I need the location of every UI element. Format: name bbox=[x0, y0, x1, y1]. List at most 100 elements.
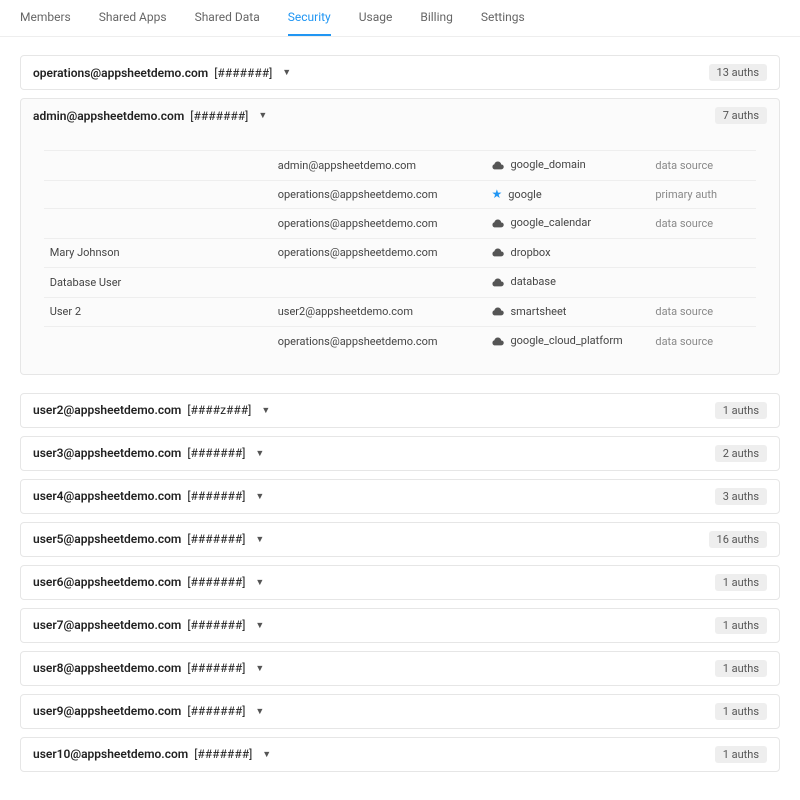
table-row[interactable]: Mary Johnson operations@appsheetdemo.com… bbox=[44, 238, 757, 268]
user-header: user9@appsheetdemo.com [#######] ▼ bbox=[33, 704, 264, 718]
table-row[interactable]: operations@appsheetdemo.com ★google prim… bbox=[44, 180, 757, 209]
auth-provider: google_cloud_platform bbox=[491, 334, 622, 347]
user-id-mask: [#######] bbox=[190, 109, 248, 123]
auth-name bbox=[44, 151, 272, 181]
user-header: user2@appsheetdemo.com [####z###] ▼ bbox=[33, 403, 270, 417]
cloud-icon bbox=[491, 247, 504, 257]
auth-count-badge: 2 auths bbox=[715, 445, 767, 462]
user-id-mask: [#######] bbox=[214, 66, 272, 80]
user-list: operations@appsheetdemo.com [#######] ▼ … bbox=[0, 37, 800, 800]
auth-type bbox=[649, 268, 756, 298]
chevron-down-icon: ▼ bbox=[255, 706, 264, 717]
tab-shared-apps[interactable]: Shared Apps bbox=[99, 10, 167, 36]
auth-count-badge: 16 auths bbox=[709, 531, 767, 548]
user-email: user2@appsheetdemo.com bbox=[33, 403, 181, 417]
auth-provider: smartsheet bbox=[491, 305, 566, 318]
tab-security[interactable]: Security bbox=[288, 10, 331, 36]
tab-members[interactable]: Members bbox=[20, 10, 71, 36]
user-email: user9@appsheetdemo.com bbox=[33, 704, 181, 718]
user-row[interactable]: user7@appsheetdemo.com [#######] ▼ 1 aut… bbox=[20, 608, 780, 643]
auth-count-badge: 1 auths bbox=[715, 746, 767, 763]
auth-name bbox=[44, 209, 272, 239]
auth-count-badge: 1 auths bbox=[715, 574, 767, 591]
user-row[interactable]: user10@appsheetdemo.com [#######] ▼ 1 au… bbox=[20, 737, 780, 772]
star-icon: ★ bbox=[491, 188, 502, 200]
chevron-down-icon: ▼ bbox=[255, 577, 264, 588]
user-id-mask: [#######] bbox=[187, 704, 245, 718]
nav-tabs: Members Shared Apps Shared Data Security… bbox=[0, 0, 800, 37]
user-email: user7@appsheetdemo.com bbox=[33, 618, 181, 632]
auth-count-badge: 1 auths bbox=[715, 402, 767, 419]
user-row[interactable]: user5@appsheetdemo.com [#######] ▼ 16 au… bbox=[20, 522, 780, 557]
user-row[interactable]: admin@appsheetdemo.com [#######] ▼ 7 aut… bbox=[21, 99, 779, 132]
auth-name: User 2 bbox=[44, 297, 272, 327]
user-email: user8@appsheetdemo.com bbox=[33, 661, 181, 675]
auth-provider: google_domain bbox=[491, 158, 585, 171]
cloud-icon bbox=[491, 160, 504, 170]
user-id-mask: [#######] bbox=[187, 575, 245, 589]
user-row[interactable]: user6@appsheetdemo.com [#######] ▼ 1 aut… bbox=[20, 565, 780, 600]
auth-type: data source bbox=[649, 151, 756, 181]
chevron-down-icon: ▼ bbox=[255, 534, 264, 545]
table-row[interactable]: User 2 user2@appsheetdemo.com smartsheet… bbox=[44, 297, 757, 327]
auth-type bbox=[649, 238, 756, 268]
user-row[interactable]: operations@appsheetdemo.com [#######] ▼ … bbox=[20, 55, 780, 90]
auth-provider: ★google bbox=[491, 188, 541, 201]
user-id-mask: [####z###] bbox=[187, 403, 251, 417]
auth-name bbox=[44, 327, 272, 356]
table-row[interactable]: admin@appsheetdemo.com google_domain dat… bbox=[44, 151, 757, 181]
user-header: admin@appsheetdemo.com [#######] ▼ bbox=[33, 109, 267, 123]
chevron-down-icon: ▼ bbox=[262, 749, 271, 760]
user-id-mask: [#######] bbox=[187, 446, 245, 460]
chevron-down-icon: ▼ bbox=[255, 663, 264, 674]
auth-account: operations@appsheetdemo.com bbox=[272, 180, 486, 209]
user-email: admin@appsheetdemo.com bbox=[33, 109, 184, 123]
tab-usage[interactable]: Usage bbox=[359, 10, 393, 36]
user-id-mask: [#######] bbox=[187, 489, 245, 503]
auth-count-badge: 1 auths bbox=[715, 660, 767, 677]
chevron-down-icon: ▼ bbox=[255, 491, 264, 502]
auth-provider: dropbox bbox=[491, 246, 550, 259]
user-email: user5@appsheetdemo.com bbox=[33, 532, 181, 546]
auth-account: operations@appsheetdemo.com bbox=[272, 238, 486, 268]
user-row[interactable]: user2@appsheetdemo.com [####z###] ▼ 1 au… bbox=[20, 393, 780, 428]
table-row[interactable]: Database User database bbox=[44, 268, 757, 298]
auth-count-badge: 13 auths bbox=[709, 64, 767, 81]
auth-type: data source bbox=[649, 209, 756, 239]
auth-account: operations@appsheetdemo.com bbox=[272, 327, 486, 356]
user-header: user5@appsheetdemo.com [#######] ▼ bbox=[33, 532, 264, 546]
cloud-icon bbox=[491, 336, 504, 346]
auth-count-badge: 3 auths bbox=[715, 488, 767, 505]
chevron-down-icon: ▼ bbox=[258, 110, 267, 121]
user-header: user10@appsheetdemo.com [#######] ▼ bbox=[33, 747, 271, 761]
user-id-mask: [#######] bbox=[187, 661, 245, 675]
user-row[interactable]: user4@appsheetdemo.com [#######] ▼ 3 aut… bbox=[20, 479, 780, 514]
table-row[interactable]: operations@appsheetdemo.com google_calen… bbox=[44, 209, 757, 239]
cloud-icon bbox=[491, 218, 504, 228]
user-header: user4@appsheetdemo.com [#######] ▼ bbox=[33, 489, 264, 503]
auth-count-badge: 1 auths bbox=[715, 703, 767, 720]
auth-type: primary auth bbox=[649, 180, 756, 209]
user-row[interactable]: user3@appsheetdemo.com [#######] ▼ 2 aut… bbox=[20, 436, 780, 471]
auth-type: data source bbox=[649, 297, 756, 327]
user-id-mask: [#######] bbox=[187, 532, 245, 546]
chevron-down-icon: ▼ bbox=[282, 67, 291, 78]
tab-shared-data[interactable]: Shared Data bbox=[195, 10, 260, 36]
table-row[interactable]: operations@appsheetdemo.com google_cloud… bbox=[44, 327, 757, 356]
user-id-mask: [#######] bbox=[194, 747, 252, 761]
user-row[interactable]: user8@appsheetdemo.com [#######] ▼ 1 aut… bbox=[20, 651, 780, 686]
auth-name: Database User bbox=[44, 268, 272, 298]
user-header: user8@appsheetdemo.com [#######] ▼ bbox=[33, 661, 264, 675]
user-row[interactable]: user9@appsheetdemo.com [#######] ▼ 1 aut… bbox=[20, 694, 780, 729]
user-email: user3@appsheetdemo.com bbox=[33, 446, 181, 460]
auth-count-badge: 1 auths bbox=[715, 617, 767, 634]
user-id-mask: [#######] bbox=[187, 618, 245, 632]
chevron-down-icon: ▼ bbox=[255, 620, 264, 631]
tab-billing[interactable]: Billing bbox=[420, 10, 453, 36]
auth-account: user2@appsheetdemo.com bbox=[272, 297, 486, 327]
tab-settings[interactable]: Settings bbox=[481, 10, 525, 36]
auth-account bbox=[272, 268, 486, 298]
chevron-down-icon: ▼ bbox=[255, 448, 264, 459]
user-email: user6@appsheetdemo.com bbox=[33, 575, 181, 589]
auth-provider: google_calendar bbox=[491, 216, 591, 229]
